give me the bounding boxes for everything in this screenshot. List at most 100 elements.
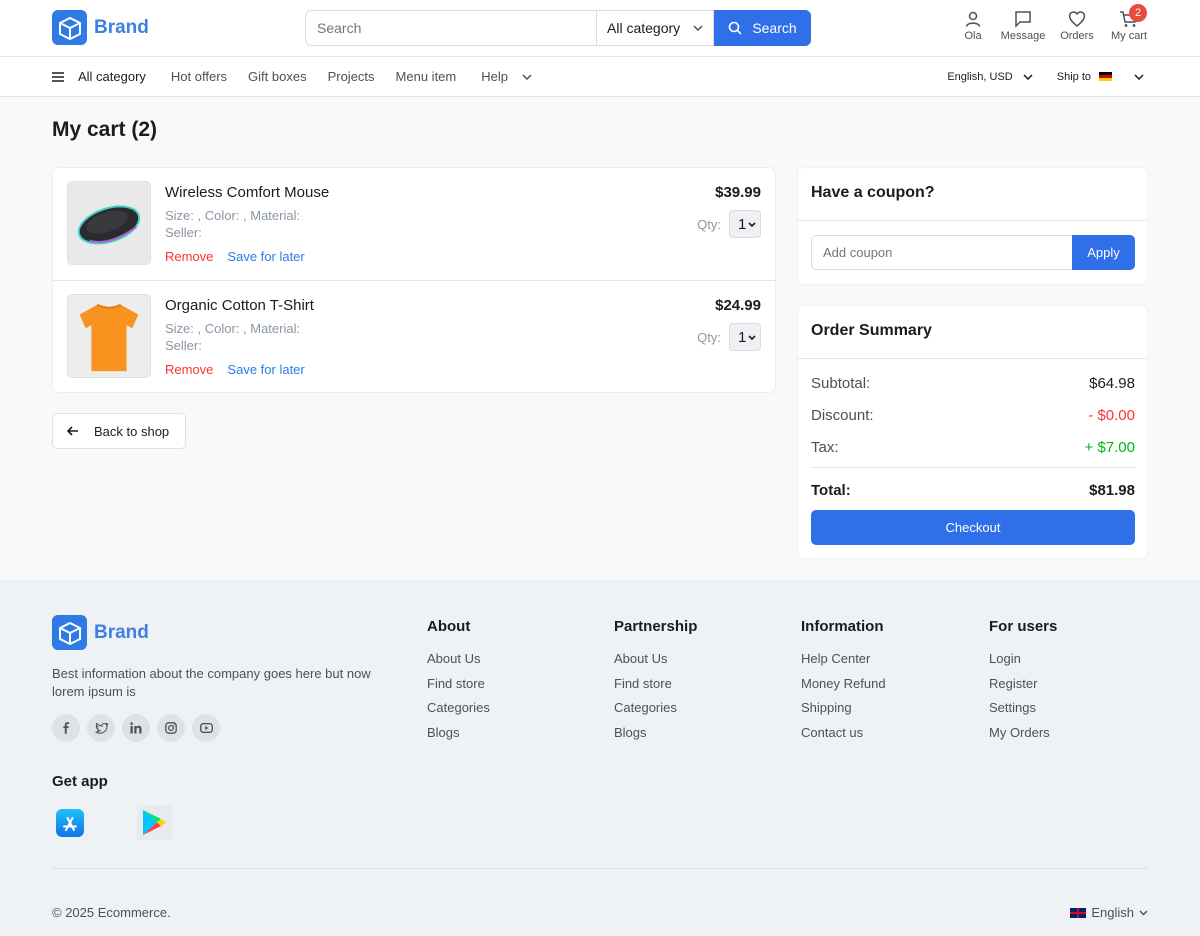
footer-column-title: For users [989,618,1058,635]
search-button[interactable]: Search [714,10,811,46]
social-links [52,714,220,742]
nav-item-projects[interactable]: Projects [328,69,375,84]
footer-brand-name: Brand [94,621,149,643]
quantity-select[interactable]: 1 [729,210,761,238]
item-actions: Remove Save for later [165,249,305,264]
footer-description: Best information about the company goes … [52,666,371,699]
message-button[interactable]: Message [1000,10,1046,42]
discount-label: Discount: [811,407,874,424]
checkout-button[interactable]: Checkout [811,510,1135,545]
footer-column-title: Information [801,618,884,635]
nav-item-gift-boxes[interactable]: Gift boxes [248,69,307,84]
search-category-select[interactable]: All category [596,10,714,46]
twitter-icon[interactable] [87,714,115,742]
cart-label: My cart [1110,30,1148,42]
footer-language-select[interactable]: English [1070,905,1148,920]
message-icon [1015,11,1031,28]
cart-item: Wireless Comfort Mouse Size: , Color: , … [53,168,775,281]
chevron-down-icon [1023,73,1033,80]
app-store-icon[interactable] [52,805,87,840]
hamburger-icon [52,71,64,82]
footer-link[interactable]: Find store [427,676,490,701]
navbar: All category Hot offers Gift boxes Proje… [0,57,1200,97]
footer-link[interactable]: Categories [427,700,490,725]
instagram-icon[interactable] [157,714,185,742]
product-image-mouse[interactable] [67,181,151,265]
product-meta: Size: , Color: , Material: Seller: [165,207,300,241]
product-name[interactable]: Wireless Comfort Mouse [165,184,329,201]
product-image-tshirt[interactable] [67,294,151,378]
qty-value: 1 [738,328,747,346]
back-to-shop-label: Back to shop [94,423,170,439]
search-icon [729,21,742,35]
profile-label: Ola [964,30,982,42]
footer-link[interactable]: Blogs [427,725,490,750]
orders-label: Orders [1060,30,1094,42]
coupon-input[interactable] [811,235,1072,270]
google-play-icon[interactable] [137,805,172,840]
total-row: Total: $81.98 [811,482,1135,499]
footer-link[interactable]: Find store [614,676,697,701]
footer-link[interactable]: Settings [989,700,1057,725]
brand-name: Brand [94,16,149,38]
chevron-down-icon [1134,73,1144,80]
cart-button[interactable]: My cart 2 [1110,4,1148,42]
quantity-select[interactable]: 1 [729,323,761,351]
footer-link[interactable]: About Us [427,651,490,676]
orders-button[interactable]: Orders [1060,10,1094,42]
product-seller: Seller: [165,225,202,240]
product-name[interactable]: Organic Cotton T-Shirt [165,297,314,314]
nav-item-menu-item[interactable]: Menu item [396,69,457,84]
subtotal-value: $64.98 [1089,375,1135,392]
subtotal-label: Subtotal: [811,375,871,392]
footer-link[interactable]: Shipping [801,700,886,725]
all-category-menu[interactable]: All category [52,69,146,84]
chevron-down-icon [693,25,703,31]
footer-link[interactable]: Blogs [614,725,697,750]
footer-link[interactable]: Login [989,651,1057,676]
footer: Brand Best information about the company… [0,580,1200,936]
youtube-icon[interactable] [192,714,220,742]
page-title: My cart (2) [52,118,158,141]
product-meta: Size: , Color: , Material: Seller: [165,320,300,354]
footer-link[interactable]: Help Center [801,651,886,676]
nav-item-hot-offers[interactable]: Hot offers [171,69,227,84]
footer-link[interactable]: Money Refund [801,676,886,701]
remove-button[interactable]: Remove [165,249,213,264]
facebook-icon[interactable] [52,714,80,742]
footer-link[interactable]: About Us [614,651,697,676]
total-value: $81.98 [1089,482,1135,499]
footer-brand-link[interactable]: Brand [52,615,149,650]
help-menu[interactable]: Help [481,69,532,84]
footer-language-label: English [1091,905,1134,920]
product-seller: Seller: [165,338,202,353]
discount-row: Discount: - $0.00 [811,407,1135,424]
back-to-shop-button[interactable]: Back to shop [52,413,186,449]
chevron-down-icon [1139,910,1148,915]
remove-button[interactable]: Remove [165,362,213,377]
product-attributes: Size: , Color: , Material: [165,321,301,336]
save-for-later-button[interactable]: Save for later [227,362,304,377]
apply-coupon-button[interactable]: Apply [1072,235,1135,270]
footer-link[interactable]: My Orders [989,725,1057,750]
search-input[interactable] [305,10,596,46]
product-price: $39.99 [715,184,761,201]
profile-button[interactable]: Ola [961,10,985,42]
footer-link[interactable]: Contact us [801,725,886,750]
ship-to-select[interactable]: Ship to [1057,71,1144,83]
discount-value: - $0.00 [1088,407,1135,424]
heart-icon [1068,11,1086,27]
brand-logo-link[interactable]: Brand [52,10,149,45]
language-currency-select[interactable]: English, USD [947,71,1033,83]
subtotal-row: Subtotal: $64.98 [811,375,1135,392]
footer-column-for-users: For users Login Register Settings My Ord… [989,618,1057,749]
footer-column-partnership: Partnership About Us Find store Categori… [614,618,697,749]
qty-value: 1 [738,215,747,233]
product-attributes: Size: , Color: , Material: [165,208,301,223]
footer-link[interactable]: Categories [614,700,697,725]
quantity-control: Qty: 1 [697,210,761,238]
save-for-later-button[interactable]: Save for later [227,249,304,264]
linkedin-icon[interactable] [122,714,150,742]
footer-link[interactable]: Register [989,676,1057,701]
box-logo-icon [52,10,87,45]
